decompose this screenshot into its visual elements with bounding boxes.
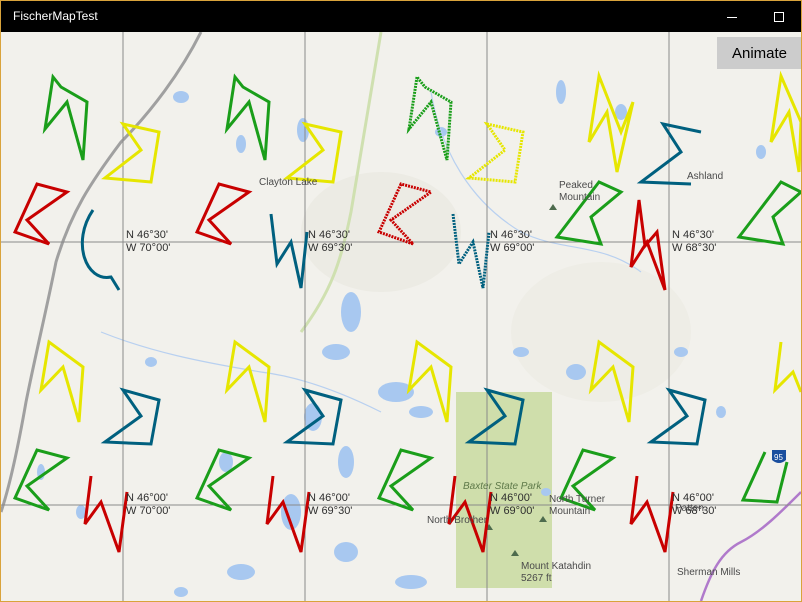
title-bar: FischerMapTest: [1, 1, 801, 32]
place-label-sherman-mills: Sherman Mills: [677, 567, 741, 578]
place-label-baxter-state-park: Baxter State Park: [463, 481, 542, 492]
grid-label: N 46°30' W 69°30': [308, 229, 353, 254]
minimize-button-hit: [710, 1, 756, 32]
map-view[interactable]: N 46°30' W 70°00' N 46°30' W 69°30' N 46°3…: [1, 32, 801, 601]
place-label-clayton-lake: Clayton Lake: [259, 177, 318, 188]
place-label-katahdin-elevation: 5267 ft: [521, 573, 552, 584]
place-label-north-turner-mountain: North Turner Mountain: [549, 494, 606, 517]
grid-label: N 46°30' W 70°00': [126, 229, 171, 254]
app-window: FischerMapTest N 46°30' W 70°00' N 46°30…: [0, 0, 802, 602]
maximize-icon: [774, 11, 784, 22]
place-label-north-brother: North Brother: [427, 515, 488, 526]
place-label-ashland: Ashland: [687, 171, 724, 182]
animate-button[interactable]: Animate: [717, 37, 801, 69]
grid-label: N 46°00' W 70°00': [126, 492, 171, 517]
route-shield-label: 95: [774, 453, 783, 462]
grid-label: N 46°00' W 69°00': [490, 492, 535, 517]
grid-label: N 46°30' W 69°00': [490, 229, 535, 254]
grid-label: N 46°30' W 68°30': [672, 229, 717, 254]
place-label-patten: Patten: [675, 503, 704, 514]
maximize-button[interactable]: [756, 1, 801, 32]
window-title: FischerMapTest: [13, 9, 98, 23]
place-label-peaked-mountain: Peaked Mountain: [559, 180, 601, 203]
grid-label: N 46°00' W 69°30': [308, 492, 353, 517]
